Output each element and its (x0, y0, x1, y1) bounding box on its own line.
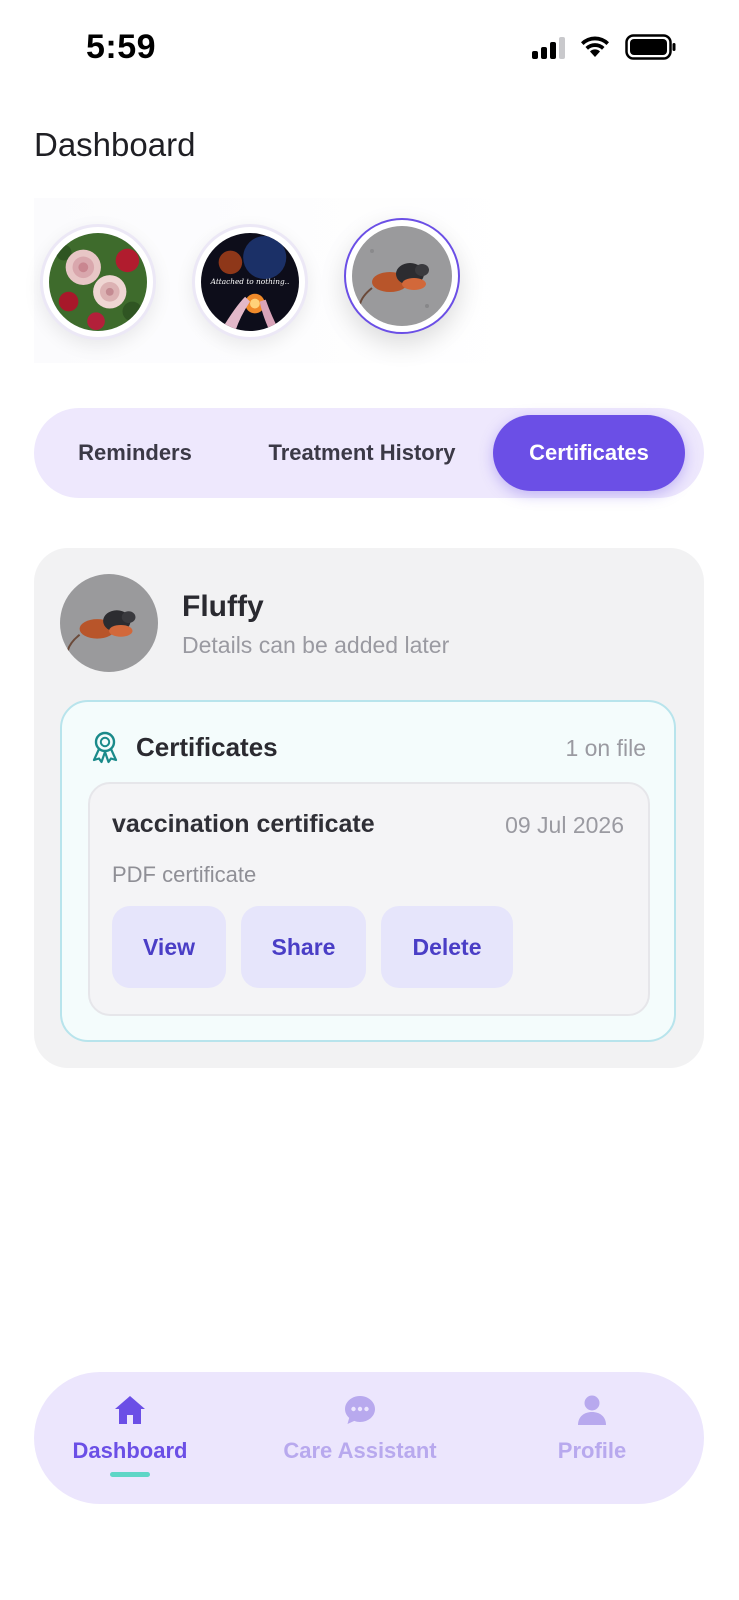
wifi-icon (581, 36, 609, 57)
pet-selector: Attached to nothing.. (34, 198, 524, 363)
view-button[interactable]: View (112, 906, 226, 988)
nav-care-assistant[interactable]: Care Assistant (250, 1392, 470, 1464)
status-icons (532, 34, 677, 60)
active-indicator (110, 1472, 150, 1477)
tab-reminders[interactable]: Reminders (52, 415, 218, 491)
pet-photo (60, 574, 158, 672)
nav-label-profile: Profile (557, 1438, 627, 1463)
nav-dashboard[interactable]: Dashboard (20, 1392, 240, 1477)
tab-certificates[interactable]: Certificates (493, 415, 685, 491)
pet-name: Fluffy (182, 590, 264, 623)
pet-avatar-3[interactable] (344, 218, 460, 334)
certificates-panel: Certificates 1 on file vaccination certi… (60, 700, 676, 1042)
nav-label-dashboard: Dashboard (72, 1438, 188, 1463)
certificate-date: 09 Jul 2026 (505, 812, 624, 838)
certificate-type: PDF certificate (112, 862, 257, 887)
photo-caption: Attached to nothing.. (210, 277, 290, 286)
page-title: Dashboard (34, 126, 196, 163)
battery-icon (625, 34, 676, 60)
nav-profile[interactable]: Profile (482, 1392, 702, 1464)
pet-photo-rats (352, 226, 452, 326)
delete-button[interactable]: Delete (381, 906, 513, 988)
section-tabs: Reminders Treatment History Certificates (34, 408, 704, 498)
pet-photo-hands: Attached to nothing.. (201, 233, 299, 331)
cellular-signal-icon (532, 35, 565, 59)
pet-avatar-2[interactable]: Attached to nothing.. (192, 224, 308, 340)
certificates-count: 1 on file (565, 735, 646, 761)
award-ribbon-icon (92, 731, 118, 764)
person-icon (578, 1395, 606, 1425)
pet-card: Fluffy Details can be added later Certif… (34, 548, 704, 1068)
certificate-item: vaccination certificate 09 Jul 2026 PDF … (88, 782, 650, 1016)
bottom-nav: Dashboard Care Assistant Profile (34, 1372, 704, 1504)
certificates-title: Certificates (136, 732, 278, 762)
home-icon (115, 1396, 145, 1424)
tab-treatment-history[interactable]: Treatment History (238, 415, 486, 491)
certificate-name: vaccination certificate (112, 810, 375, 838)
share-button[interactable]: Share (241, 906, 366, 988)
pet-avatar-1[interactable] (40, 224, 156, 340)
status-bar: 5:59 (0, 0, 739, 100)
status-time: 5:59 (86, 28, 157, 66)
pet-subtitle: Details can be added later (182, 632, 450, 658)
chat-icon (345, 1396, 375, 1424)
pet-photo-roses (49, 233, 147, 331)
nav-label-care-assistant: Care Assistant (283, 1438, 437, 1463)
